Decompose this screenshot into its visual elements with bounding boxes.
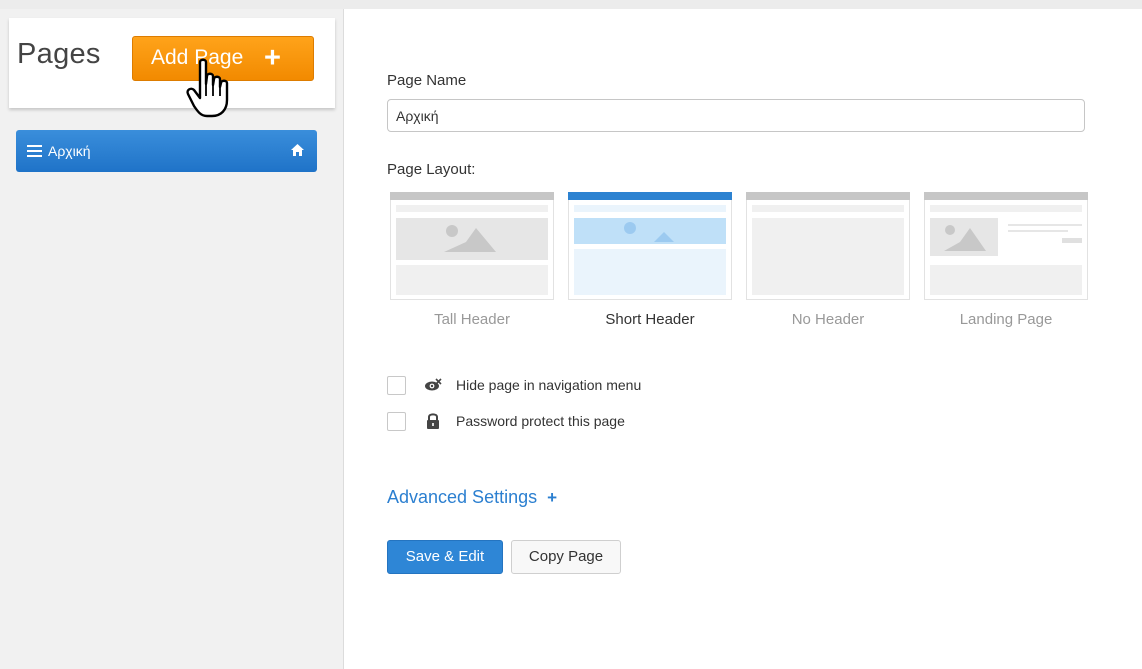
password-protect-checkbox[interactable]	[387, 412, 406, 431]
expand-plus-icon: +	[547, 488, 558, 507]
home-icon	[291, 144, 304, 156]
pages-sidebar: Pages Add Page + Αρχική	[0, 9, 344, 669]
save-edit-button[interactable]: Save & Edit	[387, 540, 503, 574]
advanced-settings-link[interactable]: Advanced Settings +	[387, 487, 557, 508]
plus-icon: +	[264, 42, 281, 74]
advanced-settings-label: Advanced Settings	[387, 487, 538, 507]
layout-caption-short-header: Short Header	[605, 311, 695, 328]
pages-title: Pages	[17, 38, 101, 70]
page-settings-panel: Page Name Page Layout: Tall Header Short…	[344, 9, 1142, 669]
image-placeholder-icon	[574, 218, 726, 244]
hide-page-checkbox[interactable]	[387, 376, 406, 395]
page-layout-label: Page Layout:	[387, 161, 476, 178]
hide-page-label: Hide page in navigation menu	[456, 377, 642, 393]
layout-caption-no-header: No Header	[791, 311, 865, 328]
page-name-input[interactable]	[387, 99, 1085, 132]
layout-caption-landing-page: Landing Page	[959, 311, 1053, 328]
sidebar-item-label: Αρχική	[48, 143, 91, 159]
layout-caption-tall-header: Tall Header	[434, 311, 510, 328]
lock-icon	[427, 413, 439, 429]
sidebar-item-home[interactable]: Αρχική	[16, 130, 317, 172]
password-protect-label: Password protect this page	[456, 413, 625, 429]
image-placeholder-icon	[930, 218, 998, 256]
image-placeholder-icon	[396, 218, 548, 260]
copy-page-button[interactable]: Copy Page	[511, 540, 621, 574]
layout-option-short-header[interactable]	[568, 192, 732, 300]
drag-handle-icon[interactable]	[27, 145, 42, 160]
eye-slash-icon	[425, 378, 442, 391]
layout-option-landing-page[interactable]	[924, 192, 1088, 300]
top-strip	[0, 0, 1142, 9]
page-name-label: Page Name	[387, 72, 467, 89]
layout-option-no-header[interactable]	[746, 192, 910, 300]
layout-option-tall-header[interactable]	[390, 192, 554, 300]
hand-pointer-cursor-icon	[186, 58, 229, 118]
pages-header: Pages Add Page +	[9, 18, 335, 108]
